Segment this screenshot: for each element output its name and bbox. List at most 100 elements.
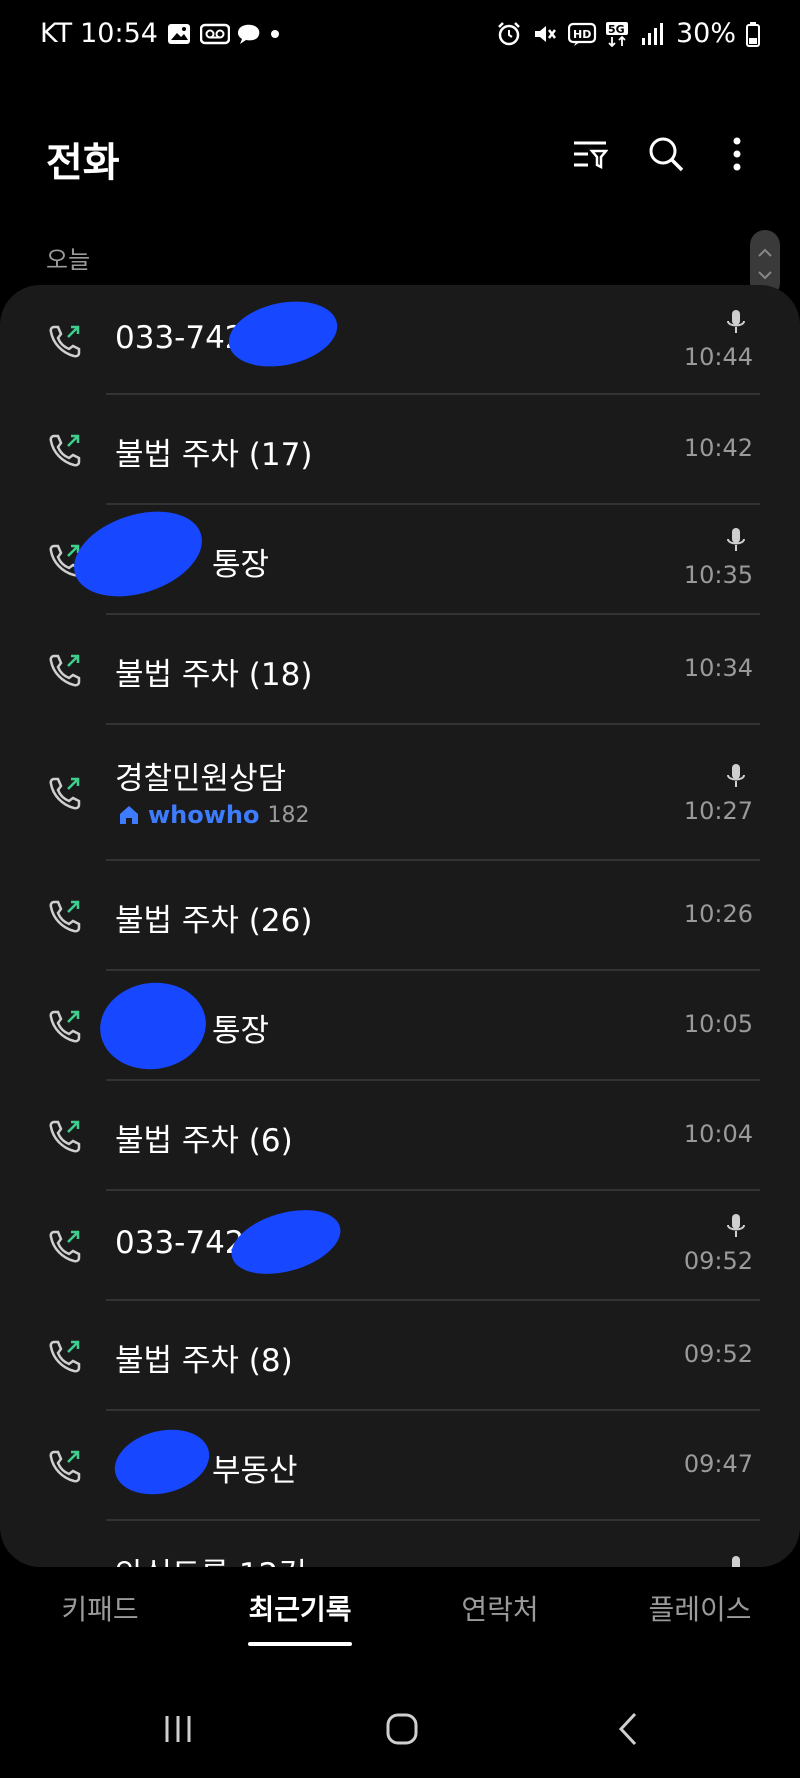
caller-name: 부동산: [212, 1453, 298, 1489]
call-time: 10:44: [683, 343, 753, 371]
call-log-item[interactable]: 안심도를 12건: [0, 1521, 800, 1567]
whowho-brand: whowho: [148, 801, 260, 829]
app-header: 전화: [0, 120, 800, 190]
caller-name: 불법 주차 (26): [115, 903, 313, 939]
call-log-item[interactable]: 불법 주차 (17) 10:42: [0, 395, 800, 505]
whowho-home-icon: [120, 806, 138, 824]
svg-text:5G: 5G: [608, 23, 625, 36]
voicemail-icon: [199, 21, 231, 47]
outgoing-call-icon: [49, 777, 81, 810]
tab-label: 키패드: [61, 1593, 139, 1626]
recording-mic-icon: [727, 310, 745, 333]
gallery-icon: [166, 21, 192, 47]
call-log-item[interactable]: 불법 주차 (8) 09:52: [0, 1301, 800, 1411]
call-time: 10:27: [683, 797, 753, 825]
home-button[interactable]: [372, 1704, 432, 1754]
chat-icon: [234, 21, 260, 47]
tab-keypad[interactable]: 키패드: [0, 1580, 200, 1660]
caller-name: 통장: [212, 547, 270, 583]
redaction-mark: [107, 1420, 217, 1504]
more-options-button[interactable]: [713, 130, 761, 178]
call-log-item[interactable]: 불법 주차 (6) 10:04: [0, 1081, 800, 1191]
carrier: KT: [40, 18, 73, 49]
search-button[interactable]: [642, 130, 690, 178]
hd-voice-icon: HD: [567, 21, 597, 47]
home-icon: [386, 1713, 418, 1745]
caller-name: 033-742: [115, 1225, 245, 1261]
caller-name: 불법 주차 (6): [115, 1123, 293, 1159]
call-time: 09:52: [683, 1247, 753, 1275]
tab-places[interactable]: 플레이스: [600, 1580, 800, 1660]
caller-name: 경찰민원상담: [115, 761, 287, 797]
caller-name: 033-742: [115, 320, 245, 356]
caller-name: 안심도를 12건: [115, 1549, 307, 1567]
caller-name: 통장: [212, 1013, 270, 1049]
caller-id-number: 182: [267, 802, 310, 828]
caller-id-source: whowho 182: [118, 801, 310, 829]
outgoing-call-icon: [49, 654, 81, 687]
recording-mic-icon: [727, 528, 745, 551]
outgoing-call-icon: [49, 325, 81, 358]
notification-dot-icon: [268, 21, 294, 47]
clock: 10:54: [80, 18, 158, 49]
call-log-item[interactable]: 통장 10:05: [0, 971, 800, 1081]
5g-icon: 5G: [604, 21, 630, 47]
alarm-icon: [496, 21, 522, 47]
call-log-item[interactable]: 033-742 10:44: [0, 285, 800, 395]
call-time: 10:34: [683, 654, 753, 682]
page-title: 전화: [46, 140, 120, 186]
tab-label: 플레이스: [648, 1593, 752, 1626]
mute-icon: [532, 21, 558, 47]
status-bar: KT 10:54 HD 5G 30%: [0, 0, 800, 76]
tab-contacts[interactable]: 연락처: [400, 1580, 600, 1660]
call-log-list: 033-742 10:44 불법 주차 (17) 10:42 통장 10:35 …: [0, 285, 800, 1567]
signal-icon: [640, 21, 666, 47]
tab-label: 최근기록: [248, 1593, 352, 1626]
section-today: 오늘: [46, 246, 91, 274]
call-time: 10:05: [683, 1010, 753, 1038]
redaction-mark: [94, 976, 212, 1076]
search-icon: [649, 137, 684, 172]
more-vertical-icon: [733, 137, 741, 171]
recent-apps-icon: [165, 1716, 191, 1742]
svg-text:HD: HD: [573, 28, 591, 41]
battery-percent: 30%: [675, 18, 736, 49]
system-navigation-bar: [0, 1690, 800, 1770]
call-time: 10:26: [683, 900, 753, 928]
call-time: 10:35: [683, 561, 753, 589]
outgoing-call-icon: [49, 900, 81, 933]
call-log-item[interactable]: 033-742 09:52: [0, 1191, 800, 1301]
filter-button[interactable]: [566, 130, 614, 178]
call-log-item[interactable]: 부동산 09:47: [0, 1411, 800, 1521]
outgoing-call-icon: [49, 1230, 81, 1263]
redaction-mark: [63, 496, 213, 612]
call-time: 10:42: [683, 434, 753, 462]
back-button[interactable]: [598, 1704, 658, 1754]
caller-name: 불법 주차 (17): [115, 437, 313, 473]
call-time: 09:52: [683, 1340, 753, 1368]
call-log-item[interactable]: 경찰민원상담 whowho 182 10:27: [0, 725, 800, 861]
redaction-mark: [222, 292, 344, 376]
call-log-item[interactable]: 불법 주차 (18) 10:34: [0, 615, 800, 725]
recording-mic-icon: [728, 1556, 744, 1567]
call-log-item[interactable]: 통장 10:35: [0, 496, 800, 615]
call-log-item[interactable]: 불법 주차 (26) 10:26: [0, 861, 800, 971]
back-chevron-icon: [618, 1712, 637, 1746]
battery-icon: [746, 21, 760, 47]
tab-recents[interactable]: 최근기록: [200, 1580, 400, 1660]
recording-mic-icon: [727, 764, 745, 787]
bottom-tab-bar: 키패드 최근기록 연락처 플레이스: [0, 1580, 800, 1660]
tab-label: 연락처: [461, 1593, 539, 1626]
caller-name: 불법 주차 (8): [115, 1343, 293, 1379]
redaction-mark: [224, 1198, 348, 1286]
outgoing-call-icon: [49, 434, 81, 467]
outgoing-call-icon: [49, 1120, 81, 1153]
filter-icon: [574, 141, 608, 170]
call-time: 09:47: [683, 1450, 753, 1478]
outgoing-call-icon: [49, 1010, 81, 1043]
recent-apps-button[interactable]: [148, 1704, 208, 1754]
outgoing-call-icon: [49, 1340, 81, 1373]
caller-name: 불법 주차 (18): [115, 657, 313, 693]
outgoing-call-icon: [49, 1450, 81, 1483]
call-time: 10:04: [683, 1120, 753, 1148]
